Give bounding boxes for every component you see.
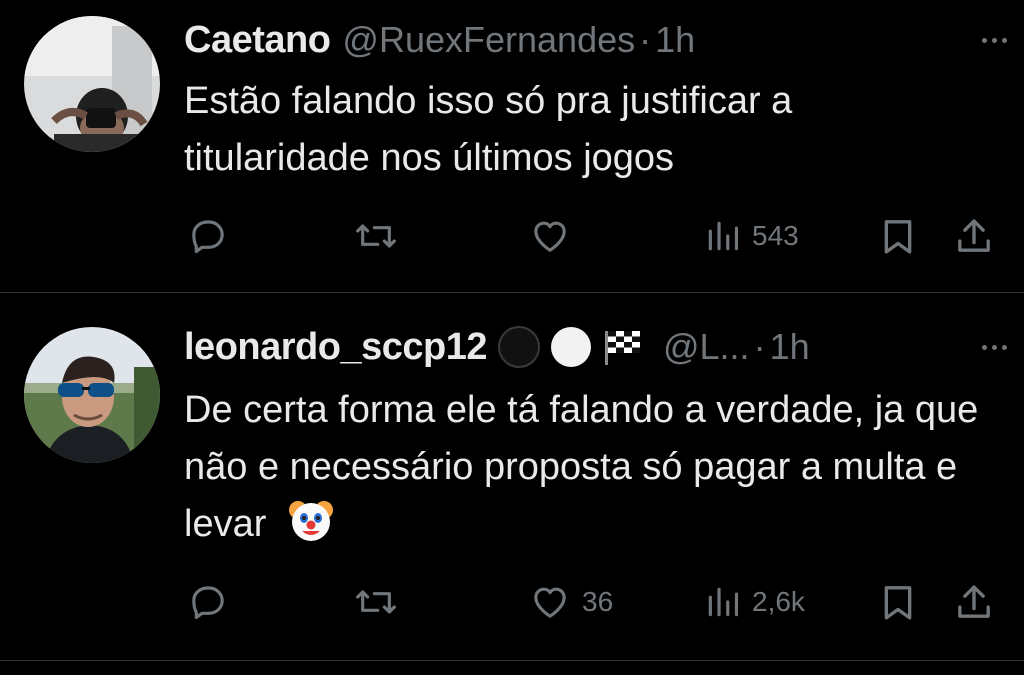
more-options-icon[interactable] bbox=[972, 28, 1016, 52]
display-name[interactable]: Caetano bbox=[184, 19, 331, 62]
share-icon bbox=[958, 219, 990, 252]
bookmark-icon bbox=[884, 586, 912, 620]
tweet-actions: 36 2,6k bbox=[184, 580, 1024, 624]
share-icon bbox=[958, 585, 990, 618]
views-chart-icon bbox=[708, 221, 739, 251]
user-handle[interactable]: @L... bbox=[663, 326, 750, 368]
retweet-icon bbox=[356, 590, 396, 614]
white-circle-emoji bbox=[550, 327, 591, 367]
views-button[interactable]: 543 bbox=[704, 214, 799, 258]
views-count: 2,6k bbox=[752, 586, 805, 617]
heart-icon bbox=[534, 221, 566, 252]
timestamp[interactable]: 1h bbox=[655, 19, 695, 61]
tweet-header: Caetano @RuexFernandes · 1h bbox=[184, 16, 1004, 64]
retweet-icon bbox=[356, 224, 396, 248]
bookmark-button[interactable] bbox=[878, 214, 918, 258]
tweet[interactable]: leonardo_sccp12 @L... · 1h De certa form… bbox=[0, 293, 1024, 661]
retweet-button[interactable] bbox=[354, 580, 408, 624]
display-name[interactable]: leonardo_sccp12 bbox=[184, 326, 487, 369]
clown-face-emoji bbox=[288, 501, 333, 541]
tweet[interactable]: Caetano @RuexFernandes · 1h Estão faland… bbox=[0, 0, 1024, 293]
avatar[interactable] bbox=[24, 16, 160, 152]
heart-icon bbox=[534, 587, 566, 618]
user-handle[interactable]: @RuexFernandes bbox=[342, 19, 635, 61]
like-button[interactable]: 36 bbox=[528, 580, 613, 624]
views-chart-icon bbox=[708, 587, 739, 617]
tweet-actions: 543 bbox=[184, 214, 1024, 258]
chequered-flag-emoji bbox=[604, 331, 640, 365]
bookmark-button[interactable] bbox=[878, 580, 918, 624]
views-button[interactable]: 2,6k bbox=[704, 580, 805, 624]
timestamp[interactable]: 1h bbox=[770, 326, 810, 368]
avatar-photo-icon bbox=[24, 16, 160, 152]
tweet-text: Estão falando isso só pra justificar a t… bbox=[184, 80, 793, 179]
separator-dot: · bbox=[753, 326, 766, 367]
separator-dot: · bbox=[639, 19, 652, 60]
tweet-header: leonardo_sccp12 @L... · 1h bbox=[184, 323, 1004, 371]
tweet-text: De certa forma ele tá falando a verdade,… bbox=[184, 382, 984, 553]
share-button[interactable] bbox=[954, 214, 994, 258]
avatar-photo-icon bbox=[24, 327, 160, 463]
retweet-button[interactable] bbox=[354, 214, 408, 258]
avatar[interactable] bbox=[24, 327, 160, 463]
views-count: 543 bbox=[752, 220, 799, 251]
share-button[interactable] bbox=[954, 580, 994, 624]
like-button[interactable] bbox=[528, 214, 582, 258]
reply-button[interactable] bbox=[188, 580, 238, 624]
like-count: 36 bbox=[582, 586, 614, 617]
bookmark-icon bbox=[884, 220, 912, 254]
more-options-icon[interactable] bbox=[972, 335, 1016, 359]
reply-icon bbox=[192, 220, 224, 254]
reply-icon bbox=[192, 586, 224, 620]
black-circle-emoji bbox=[497, 326, 540, 368]
reply-button[interactable] bbox=[188, 214, 238, 258]
